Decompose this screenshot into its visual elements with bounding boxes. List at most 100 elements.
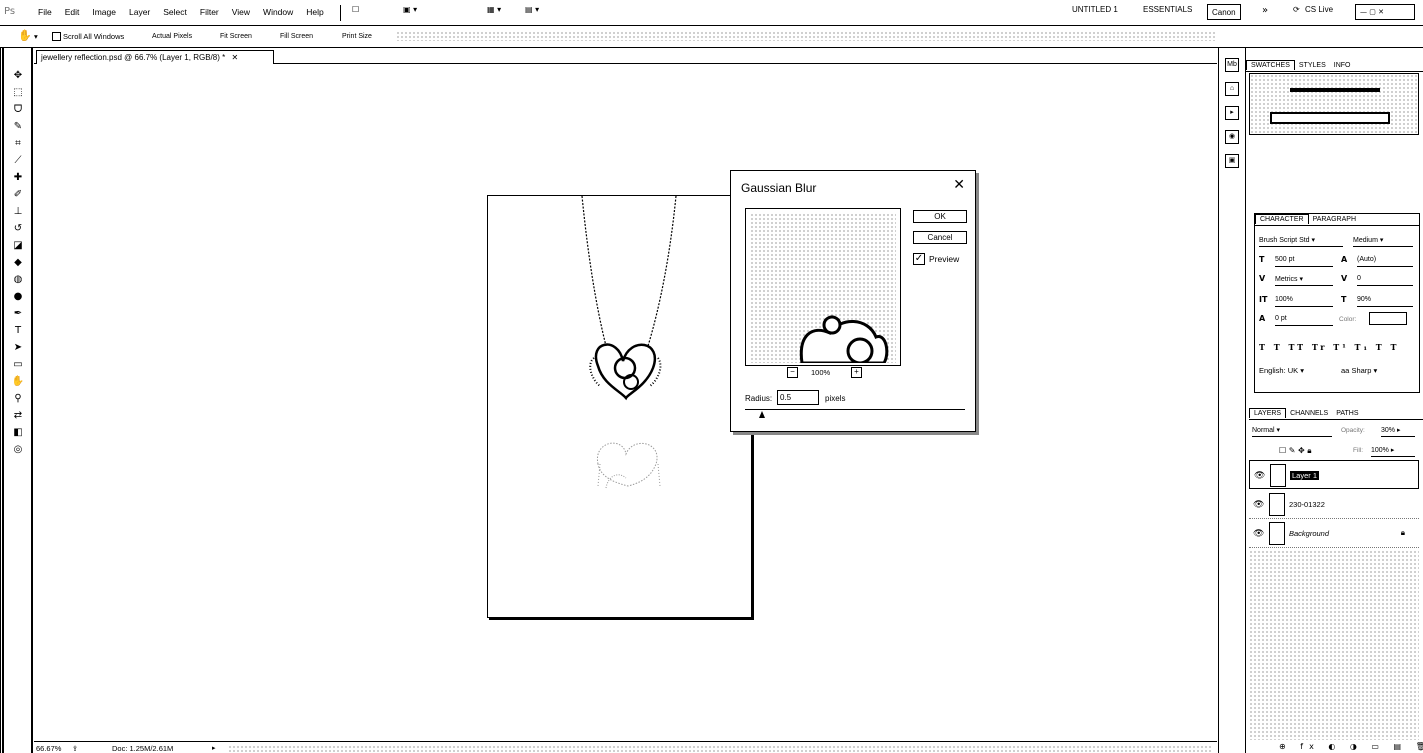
bridge-icon[interactable]: ☐ bbox=[352, 5, 359, 14]
font-style-dropdown[interactable]: Medium ▾ bbox=[1353, 236, 1413, 247]
clone-stamp-tool-icon[interactable]: ⊥ bbox=[10, 204, 26, 219]
spot-healing-tool-icon[interactable]: ✚ bbox=[10, 170, 26, 185]
menu-image[interactable]: Image bbox=[92, 7, 116, 17]
swatches-grid[interactable] bbox=[1249, 73, 1419, 135]
eraser-tool-icon[interactable]: ◪ bbox=[10, 238, 26, 253]
tool-presets-icon[interactable]: ◉ bbox=[1225, 130, 1239, 144]
workspace-untitled[interactable]: UNTITLED 1 bbox=[1072, 5, 1118, 14]
language-dropdown[interactable]: English: UK ▾ bbox=[1259, 366, 1304, 375]
lock-icons[interactable]: ☐ ✎ ✥ 🔒︎ bbox=[1279, 446, 1311, 456]
fill-field[interactable]: 100% ▸ bbox=[1371, 446, 1415, 457]
workspace-essentials[interactable]: ESSENTIALS bbox=[1143, 5, 1192, 14]
eyedropper-tool-icon[interactable]: ⟋ bbox=[10, 153, 26, 168]
zoom-tool-icon[interactable]: ⚲ bbox=[10, 391, 26, 406]
type-tool-icon[interactable]: T bbox=[10, 323, 26, 338]
scroll-all-windows-checkbox[interactable] bbox=[52, 32, 61, 41]
close-icon[interactable]: ✕ bbox=[953, 177, 965, 193]
antialias-dropdown[interactable]: aa Sharp ▾ bbox=[1341, 366, 1377, 375]
fill-screen-button[interactable]: Fill Screen bbox=[274, 30, 319, 44]
blend-mode-dropdown[interactable]: Normal ▾ bbox=[1252, 426, 1332, 437]
window-controls-icon[interactable]: — ▢ ✕ bbox=[1355, 4, 1415, 20]
tab-channels[interactable]: CHANNELS bbox=[1286, 409, 1332, 418]
lasso-tool-icon[interactable]: ᗜ bbox=[10, 102, 26, 117]
leading-field[interactable]: (Auto) bbox=[1357, 256, 1413, 267]
marquee-tool-icon[interactable]: ⬚ bbox=[10, 85, 26, 100]
hand-tool-icon[interactable]: ✋ bbox=[18, 29, 32, 42]
status-menu-arrow-icon[interactable]: ▸ bbox=[212, 744, 216, 752]
actions-icon[interactable]: ▸ bbox=[1225, 106, 1239, 120]
view-extras-icon[interactable]: ▣ ▾ bbox=[403, 5, 417, 14]
menu-edit[interactable]: Edit bbox=[65, 7, 80, 17]
print-size-button[interactable]: Print Size bbox=[336, 30, 378, 44]
menu-view[interactable]: View bbox=[232, 7, 250, 17]
tab-swatches[interactable]: SWATCHES bbox=[1246, 60, 1295, 70]
blur-preview-window[interactable] bbox=[745, 208, 901, 366]
opacity-field[interactable]: 30% ▸ bbox=[1381, 426, 1415, 437]
zoom-in-button[interactable]: + bbox=[851, 367, 862, 378]
mini-bridge-icon[interactable]: Mb bbox=[1225, 58, 1239, 72]
rectangle-tool-icon[interactable]: ▭ bbox=[10, 357, 26, 372]
ok-button[interactable]: OK bbox=[913, 210, 967, 223]
dodge-tool-icon[interactable]: ● bbox=[10, 289, 26, 304]
zoom-out-button[interactable]: − bbox=[787, 367, 798, 378]
path-selection-tool-icon[interactable]: ➤ bbox=[10, 340, 26, 355]
radius-slider[interactable] bbox=[745, 409, 965, 419]
layer-footer-icons[interactable]: ⊕ fx ◐ ◑ ▭ ▤ 🗑︎ bbox=[1279, 742, 1423, 751]
vertical-scale-field[interactable]: 100% bbox=[1275, 296, 1333, 307]
status-share-icon[interactable]: ⇪ bbox=[72, 744, 78, 753]
menu-window[interactable]: Window bbox=[263, 7, 293, 17]
horizontal-scale-field[interactable]: 90% bbox=[1357, 296, 1413, 307]
menu-select[interactable]: Select bbox=[163, 7, 187, 17]
tab-character[interactable]: CHARACTER bbox=[1255, 214, 1309, 224]
more-workspaces-icon[interactable]: » bbox=[1262, 5, 1268, 16]
tool-preset-dropdown-icon[interactable]: ▾ bbox=[34, 32, 38, 41]
cancel-button[interactable]: Cancel bbox=[913, 231, 967, 244]
arrange-documents-icon[interactable]: ▦ ▾ bbox=[487, 5, 501, 14]
workspace-current[interactable]: Canon bbox=[1207, 4, 1241, 20]
quick-mask-icon[interactable]: ◎ bbox=[10, 442, 26, 457]
menu-layer[interactable]: Layer bbox=[129, 7, 150, 17]
history-brush-tool-icon[interactable]: ↺ bbox=[10, 221, 26, 236]
layer-row-layer-1[interactable]: 👁︎ Layer 1 bbox=[1249, 460, 1419, 489]
layer-row-background[interactable]: 👁︎ Background 🔒︎ bbox=[1249, 519, 1419, 548]
screen-mode-icon[interactable]: ▤ ▾ bbox=[525, 5, 539, 14]
blur-tool-icon[interactable]: ◍ bbox=[10, 272, 26, 287]
tab-paragraph[interactable]: PARAGRAPH bbox=[1309, 215, 1360, 224]
baseline-shift-field[interactable]: 0 pt bbox=[1275, 315, 1333, 326]
text-color-swatch[interactable] bbox=[1369, 312, 1407, 325]
eye-icon[interactable]: 👁︎ bbox=[1253, 500, 1264, 510]
kerning-dropdown[interactable]: Metrics ▾ bbox=[1275, 275, 1333, 286]
tab-info[interactable]: INFO bbox=[1330, 61, 1355, 70]
cs-live-button[interactable]: CS Live bbox=[1305, 5, 1333, 14]
document-canvas[interactable] bbox=[487, 195, 752, 618]
preview-checkbox[interactable]: ✓ bbox=[913, 253, 925, 265]
cs-live-icon[interactable]: ⟳ bbox=[1293, 5, 1300, 14]
menu-file[interactable]: File bbox=[38, 7, 52, 17]
tracking-dropdown[interactable]: 0 bbox=[1357, 275, 1413, 286]
radius-slider-thumb[interactable] bbox=[759, 411, 765, 418]
close-tab-icon[interactable]: ✕ bbox=[231, 53, 238, 62]
quick-selection-tool-icon[interactable]: ✎ bbox=[10, 119, 26, 134]
color-swatches-icon[interactable]: ◧ bbox=[10, 425, 26, 440]
crop-tool-icon[interactable]: ⌗ bbox=[10, 136, 26, 151]
fit-screen-button[interactable]: Fit Screen bbox=[214, 30, 258, 44]
document-tab[interactable]: jewellery reflection.psd @ 66.7% (Layer … bbox=[36, 50, 274, 64]
paint-bucket-tool-icon[interactable]: ◆ bbox=[10, 255, 26, 270]
horizontal-scrollbar[interactable] bbox=[228, 745, 1213, 752]
menu-help[interactable]: Help bbox=[306, 7, 323, 17]
tab-layers[interactable]: LAYERS bbox=[1249, 408, 1287, 418]
clone-source-icon[interactable]: ▣ bbox=[1225, 154, 1239, 168]
text-style-buttons[interactable]: T T TT Tr T¹ T₁ T T bbox=[1259, 342, 1399, 352]
radius-input[interactable] bbox=[777, 390, 819, 405]
hand-tool-icon[interactable]: ✋ bbox=[10, 374, 26, 389]
eye-icon[interactable]: 👁︎ bbox=[1254, 471, 1265, 481]
layer-row-230-01322[interactable]: 👁︎ 230-01322 bbox=[1249, 490, 1419, 519]
tab-paths[interactable]: PATHS bbox=[1332, 409, 1362, 418]
font-family-dropdown[interactable]: Brush Script Std ▾ bbox=[1259, 236, 1343, 247]
menu-filter[interactable]: Filter bbox=[200, 7, 219, 17]
actual-pixels-button[interactable]: Actual Pixels bbox=[146, 30, 198, 44]
font-size-field[interactable]: 500 pt bbox=[1275, 256, 1333, 267]
tab-styles[interactable]: STYLES bbox=[1295, 61, 1330, 70]
move-tool-icon[interactable]: ✥ bbox=[10, 68, 26, 83]
swap-colors-icon[interactable]: ⇄ bbox=[10, 408, 26, 423]
